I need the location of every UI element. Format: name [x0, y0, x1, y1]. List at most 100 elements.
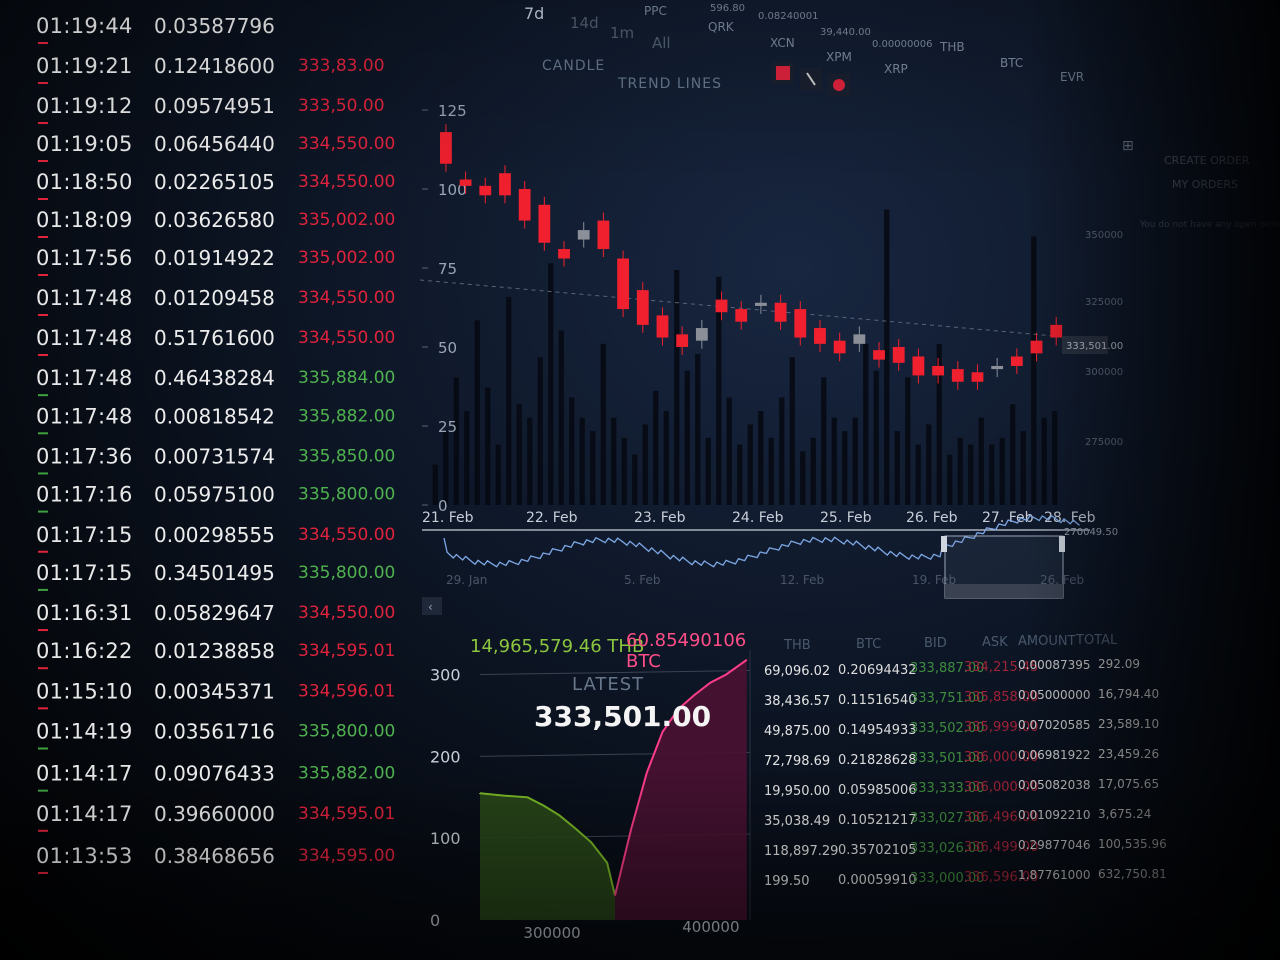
volume-bar — [758, 410, 764, 505]
chevron-left-glyph: ‹ — [428, 600, 433, 614]
trade-price: 335,800.00 — [298, 721, 396, 742]
trade-side-marker — [38, 432, 48, 435]
right-axis-label: 325000 — [1085, 297, 1123, 308]
depth-x-tick-label: 300000 — [523, 924, 580, 942]
pair-code: EVR — [1060, 70, 1085, 84]
trade-side-marker — [38, 122, 48, 124]
pair-xcn-value: 0.08240001 — [758, 11, 819, 22]
trade-amount: 0.34501495 — [154, 560, 275, 585]
depth-y-tick-label: 200 — [430, 747, 461, 766]
create-order-tab[interactable]: CREATE ORDER — [1164, 154, 1249, 167]
trade-row: 01:17:48 0.01209458 334,550.00 — [36, 282, 426, 318]
order-book-header[interactable]: BID — [924, 636, 947, 651]
order-book-total: 292.09 — [1098, 656, 1140, 671]
order-book-header[interactable]: THB — [784, 638, 811, 653]
volume-bar — [915, 444, 921, 505]
trade-price: 334,550.00 — [298, 288, 396, 308]
volume-bar — [579, 417, 585, 505]
order-book-btc: 0.11516540 — [838, 692, 917, 708]
volume-bar — [863, 343, 869, 505]
candle-body — [912, 356, 925, 376]
timeframe-1m[interactable]: 1m — [610, 24, 634, 42]
volume-bar — [684, 370, 690, 505]
volume-bar — [485, 387, 491, 505]
navigator-tick-label: 12. Feb — [780, 573, 824, 587]
order-book-total: 100,535.96 — [1098, 836, 1167, 851]
latest-label: LATEST — [572, 674, 645, 695]
trade-row: 01:17:48 0.46438284 335,884.00 — [36, 362, 426, 398]
trade-time: 01:17:16 — [36, 482, 133, 507]
plus-icon[interactable]: ⊞ — [1122, 138, 1134, 154]
red-square-icon[interactable] — [772, 62, 794, 84]
order-book-btc: 0.20694432 — [838, 662, 917, 678]
candle-body — [991, 365, 1004, 370]
price-chart[interactable]: 125 100 75 50 25 0 333,501.00 350000 325000 30000… — [400, 90, 1140, 630]
trade-side-marker — [38, 160, 48, 162]
volume-bar — [674, 269, 680, 505]
volume-bar — [831, 417, 837, 505]
timeframe-7d[interactable]: 7d — [524, 4, 544, 23]
trade-price: 334,595.01 — [298, 641, 396, 662]
trade-row: 01:18:09 0.03626580 335,002.00 — [36, 204, 426, 240]
volume-bar — [905, 377, 911, 505]
pair-evr[interactable]: EVR — [1060, 70, 1084, 84]
x-tick-label: 22. Feb — [526, 510, 578, 526]
order-book-header[interactable]: AMOUNT — [1018, 634, 1076, 649]
trade-row: 01:17:16 0.05975100 335,800.00 — [36, 479, 426, 515]
trade-price: 335,884.00 — [298, 368, 396, 389]
order-book-header[interactable]: BTC — [856, 637, 881, 652]
trade-side-marker — [38, 274, 48, 276]
candle-body — [853, 334, 866, 344]
pair-btc[interactable]: BTC — [1000, 56, 1023, 70]
line-icon[interactable] — [800, 68, 822, 90]
timeframe-all[interactable]: All — [652, 34, 671, 52]
candlestick-chart-svg: 1251007550250333,501.0035000032500030000… — [419, 102, 1123, 615]
candle-body — [558, 249, 570, 259]
volume-bar — [800, 451, 806, 505]
x-tick-label: 25. Feb — [820, 510, 872, 526]
my-orders-tab[interactable]: MY ORDERS — [1172, 178, 1238, 191]
bid-area — [480, 793, 615, 920]
candle-body — [597, 220, 610, 250]
order-book-amt: 0.07020585 — [1018, 718, 1091, 732]
candle-body — [814, 328, 826, 344]
volume-bar — [705, 437, 711, 505]
trade-side-marker — [38, 472, 48, 475]
trade-row: 01:17:48 0.00818542 335,882.00 — [36, 400, 426, 436]
candle-tool-label[interactable]: CANDLE — [542, 58, 605, 74]
pair-code: QRK — [708, 20, 734, 34]
pair-qrk[interactable]: QRK — [708, 20, 734, 34]
trade-side-marker — [38, 550, 48, 553]
volume-bar — [852, 417, 858, 505]
volume-bar — [653, 390, 659, 505]
volume-bar — [821, 377, 827, 505]
trade-amount: 0.39660000 — [154, 801, 275, 826]
pair-xpm-value: 39,440.00 — [820, 27, 871, 38]
candle-body — [479, 185, 492, 196]
pair-thb[interactable]: THB — [940, 40, 965, 54]
timeframe-14d[interactable]: 14d — [570, 14, 599, 32]
pair-code: PPC — [644, 4, 667, 18]
pair-ppc[interactable]: PPC — [644, 4, 667, 18]
order-book-header[interactable]: ASK — [982, 635, 1008, 650]
depth-y-tick-label: 300 — [430, 666, 461, 685]
trade-row: 01:16:31 0.05829647 334,550.00 — [36, 597, 426, 633]
trade-side-marker — [38, 829, 48, 832]
volume-bar — [842, 431, 848, 505]
volume-bar — [789, 357, 795, 505]
volume-bar — [926, 424, 932, 505]
x-tick-label: 23. Feb — [634, 510, 686, 526]
trade-time: 01:17:48 — [36, 366, 133, 391]
pair-xpm[interactable]: XPM — [826, 50, 852, 64]
pair-code: XCN — [770, 36, 795, 50]
volume-bar — [726, 397, 732, 505]
order-book-amt: 0.00087395 — [1018, 658, 1091, 672]
depth-x-tick-label: 400000 — [682, 918, 739, 936]
order-book-header[interactable]: TOTAL — [1076, 633, 1117, 648]
pair-xcn[interactable]: XCN — [770, 36, 795, 50]
trade-price: 334,595.00 — [298, 845, 396, 866]
pair-xrp[interactable]: XRP — [884, 62, 908, 76]
trade-row: 01:17:48 0.51761600 334,550.00 — [36, 322, 426, 358]
trade-history-list: 01:19:44 0.03587796 01:19:21 0.12418600 333,… — [36, 0, 426, 960]
depth-chart[interactable]: 300 200 100 0 300000 400000 14,965,579.46 THB… — [420, 620, 760, 950]
